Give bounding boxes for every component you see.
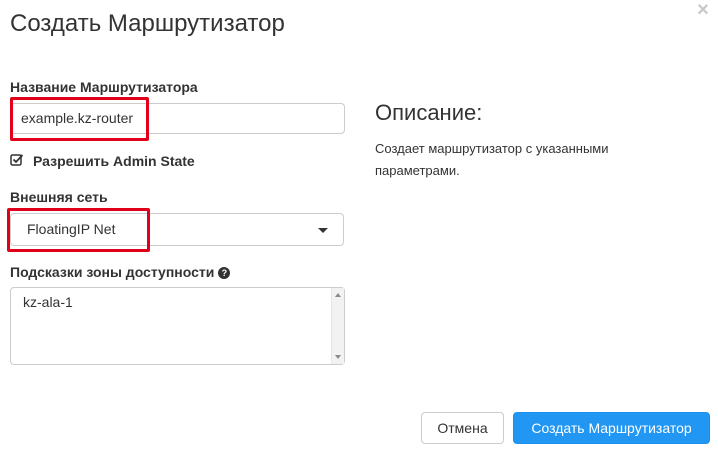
chevron-down-icon[interactable] (318, 228, 328, 233)
checkbox-checked-icon[interactable] (10, 153, 24, 167)
router-name-label: Название Маршрутизатора (10, 79, 198, 95)
external-network-label: Внешняя сеть (10, 189, 108, 205)
admin-state-label[interactable]: Разрешить Admin State (33, 153, 195, 169)
dialog-title: Создать Маршрутизатор (10, 10, 285, 37)
router-name-input[interactable]: example.kz-router (10, 103, 345, 134)
list-item[interactable]: kz-ala-1 (23, 292, 332, 312)
create-router-button[interactable]: Создать Маршрутизатор (513, 412, 710, 444)
scrollbar[interactable] (331, 288, 344, 364)
availability-zone-label: Подсказки зоны доступности? (10, 264, 231, 280)
external-network-select[interactable]: FloatingIP Net (10, 213, 344, 246)
cancel-button[interactable]: Отмена (421, 412, 504, 444)
help-icon[interactable]: ? (218, 267, 231, 279)
scroll-up-icon[interactable] (335, 293, 341, 297)
close-icon[interactable]: × (694, 0, 712, 20)
scroll-down-icon[interactable] (335, 355, 341, 359)
description-title: Описание: (375, 100, 483, 125)
description-text: Создает маршрутизатор с указанными парам… (375, 141, 609, 178)
availability-zone-list[interactable]: kz-ala-1 (10, 287, 345, 365)
